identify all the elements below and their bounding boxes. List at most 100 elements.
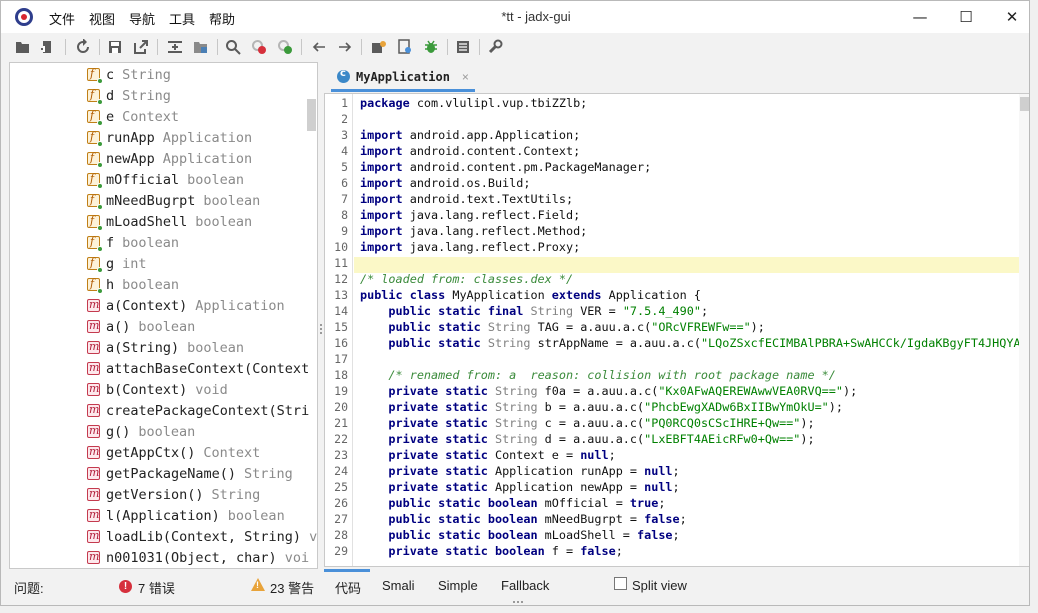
tree-item[interactable]: f f boolean — [86, 232, 179, 253]
tree-item[interactable]: m a(Context) Application — [86, 295, 285, 316]
tree-item[interactable]: f mOfficial boolean — [86, 169, 244, 190]
tree-item[interactable]: f c String — [86, 64, 171, 85]
preferences-icon[interactable] — [485, 37, 505, 57]
tree-item-type: void — [195, 381, 228, 398]
maximize-button[interactable]: ☐ — [943, 1, 989, 33]
tree-item[interactable]: m getVersion() String — [86, 484, 260, 505]
tree-item[interactable]: m attachBaseContext(Context — [86, 358, 317, 379]
code-line: /* loaded from: classes.dex */ — [360, 272, 573, 286]
code-token: String — [523, 304, 574, 318]
code-token: ; — [679, 512, 687, 526]
forward-icon[interactable] — [335, 37, 355, 57]
warning-icon: ! — [251, 578, 265, 591]
editor-scrollbar-thumb[interactable] — [1020, 97, 1029, 111]
tree-item[interactable]: m n001031(Object, char) voi — [86, 547, 309, 568]
code-token: f0a = a.auu.a.c( — [537, 384, 659, 398]
tab-close-icon[interactable]: × — [462, 70, 469, 84]
tree-item[interactable]: f mNeedBugrpt boolean — [86, 190, 260, 211]
code-token: TAG = a.auu.a.c( — [530, 320, 652, 334]
tree-item[interactable]: m a() boolean — [86, 316, 195, 337]
editor-scrollbar-track[interactable] — [1019, 94, 1029, 566]
minimize-button[interactable]: — — [897, 1, 943, 33]
split-view-checkbox[interactable] — [614, 577, 627, 590]
tree-item[interactable]: f e Context — [86, 106, 179, 127]
code-token: public class — [360, 288, 446, 302]
tree-item[interactable]: m g() boolean — [86, 421, 195, 442]
tree-item-name: getPackageName() — [106, 465, 237, 482]
errors-count[interactable]: 7 错误 — [138, 578, 175, 597]
line-number: 16 — [334, 336, 348, 350]
tree-item[interactable]: m createPackageContext(Stri — [86, 400, 317, 421]
tree-item-name: createPackageContext(Stri — [106, 402, 310, 419]
tree-scrollbar-thumb[interactable] — [307, 99, 316, 131]
tree-item[interactable]: m l(Application) boolean — [86, 505, 285, 526]
tree-item[interactable]: m loadLib(Context, String) v — [86, 526, 317, 547]
tree-item[interactable]: f mLoadShell boolean — [86, 211, 252, 232]
tree-item[interactable]: m getPackageName() String — [86, 463, 293, 484]
splitter-handle[interactable] — [319, 324, 323, 338]
code-token: false — [637, 528, 673, 542]
tree-item[interactable]: m b(Context) void — [86, 379, 228, 400]
menu-tools[interactable]: 工具 — [169, 9, 195, 28]
tree-item[interactable]: f runApp Application — [86, 127, 252, 148]
line-number: 12 — [334, 272, 348, 286]
find-usage-icon[interactable] — [275, 37, 295, 57]
decompile-all-icon[interactable] — [395, 37, 415, 57]
code-token: import — [360, 128, 403, 142]
log-icon[interactable] — [453, 37, 473, 57]
tree-item[interactable]: f newApp Application — [86, 148, 252, 169]
tree-item[interactable]: m a(String) boolean — [86, 337, 244, 358]
deobfuscation-icon[interactable] — [369, 37, 389, 57]
code-token: String — [487, 432, 538, 446]
tree-item-name: d — [106, 87, 115, 104]
close-button[interactable]: ✕ — [989, 1, 1029, 33]
line-number: 5 — [341, 160, 348, 174]
tree-item[interactable]: f h boolean — [86, 274, 179, 295]
tree-item[interactable]: f g int — [86, 253, 147, 274]
tree-item[interactable]: f d String — [86, 85, 171, 106]
window-title: *tt - jadx-gui — [501, 9, 571, 24]
export-icon[interactable] — [131, 37, 151, 57]
warnings-count[interactable]: 23 警告 — [270, 578, 314, 597]
save-icon[interactable] — [105, 37, 125, 57]
line-number: 26 — [334, 496, 348, 510]
menu-help[interactable]: 帮助 — [209, 9, 235, 28]
menu-view[interactable]: 视图 — [89, 9, 115, 28]
add-files-icon[interactable] — [37, 37, 57, 57]
back-icon[interactable] — [309, 37, 329, 57]
code-token: ; — [700, 304, 709, 318]
code-token: ); — [828, 400, 844, 414]
tab-simple[interactable]: Simple — [438, 578, 478, 593]
sync-icon[interactable] — [73, 37, 93, 57]
line-number: 27 — [334, 512, 348, 526]
tree-item-type: String — [244, 465, 293, 482]
menu-navigation[interactable]: 导航 — [129, 9, 155, 28]
bottom-splitter-handle[interactable] — [513, 601, 527, 604]
code-line: private static boolean f = false; — [360, 544, 622, 558]
tab-smali[interactable]: Smali — [382, 578, 415, 593]
code-token: public static boolean — [388, 512, 538, 526]
code-line: public static String TAG = a.auu.a.c("OR… — [360, 320, 764, 334]
menu-file[interactable]: 文件 — [49, 9, 75, 28]
find-class-icon[interactable] — [249, 37, 269, 57]
search-icon[interactable] — [223, 37, 243, 57]
code-token: com.vlulipl.vup.tbiZZlb; — [409, 96, 588, 110]
method-icon: m — [87, 339, 100, 354]
tree-item[interactable]: m getAppCtx() Context — [86, 442, 260, 463]
open-folder-icon[interactable] — [13, 37, 33, 57]
tree-item-name: a() — [106, 318, 131, 335]
error-icon: ! — [119, 580, 132, 593]
tree-item-type: boolean — [187, 339, 245, 356]
tree-item-name: attachBaseContext(Context — [106, 360, 310, 377]
method-icon: m — [87, 549, 100, 564]
tab-myapplication[interactable]: MyApplication × — [331, 64, 475, 92]
packages-icon[interactable] — [191, 37, 211, 57]
flatten-icon[interactable] — [165, 37, 185, 57]
code-token: "PhcbEwgXADw6BxIIBwYmOkU=" — [644, 400, 829, 414]
tab-fallback[interactable]: Fallback — [501, 578, 549, 593]
debug-icon[interactable] — [421, 37, 441, 57]
tab-code[interactable]: 代码 — [335, 578, 361, 597]
code-editor[interactable]: 1 2 3 4 5 6 7 8 9 10 11 12 13 14 15 16 17 18 19 20 21 22 23 24 2… — [324, 93, 1029, 567]
